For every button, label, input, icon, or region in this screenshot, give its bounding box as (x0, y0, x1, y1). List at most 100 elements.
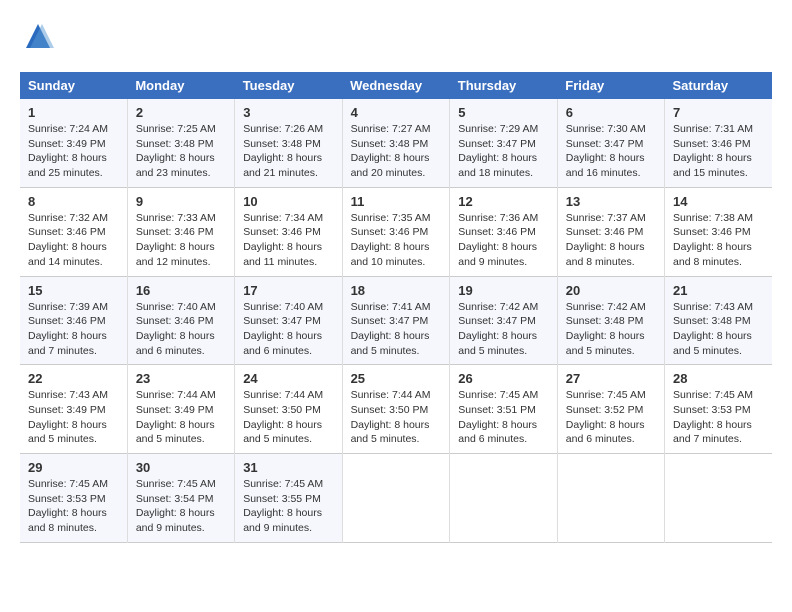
day-info: Sunrise: 7:45 AMSunset: 3:54 PMDaylight:… (136, 478, 216, 534)
day-info: Sunrise: 7:33 AMSunset: 3:46 PMDaylight:… (136, 212, 216, 268)
calendar-week-1: 1 Sunrise: 7:24 AMSunset: 3:49 PMDaylight… (20, 99, 772, 187)
day-number: 1 (28, 105, 119, 120)
calendar-cell: 15 Sunrise: 7:39 AMSunset: 3:46 PMDayligh… (20, 276, 127, 365)
col-header-wednesday: Wednesday (342, 72, 450, 99)
day-info: Sunrise: 7:37 AMSunset: 3:46 PMDaylight:… (566, 212, 646, 268)
day-info: Sunrise: 7:34 AMSunset: 3:46 PMDaylight:… (243, 212, 323, 268)
day-number: 15 (28, 283, 119, 298)
day-number: 2 (136, 105, 226, 120)
day-number: 4 (351, 105, 442, 120)
day-number: 21 (673, 283, 764, 298)
day-info: Sunrise: 7:30 AMSunset: 3:47 PMDaylight:… (566, 123, 646, 179)
calendar-cell: 1 Sunrise: 7:24 AMSunset: 3:49 PMDaylight… (20, 99, 127, 187)
day-info: Sunrise: 7:36 AMSunset: 3:46 PMDaylight:… (458, 212, 538, 268)
calendar-cell: 31 Sunrise: 7:45 AMSunset: 3:55 PMDayligh… (235, 454, 342, 543)
calendar-table: SundayMondayTuesdayWednesdayThursdayFrid… (20, 72, 772, 543)
calendar-cell: 14 Sunrise: 7:38 AMSunset: 3:46 PMDayligh… (665, 187, 772, 276)
calendar-cell: 16 Sunrise: 7:40 AMSunset: 3:46 PMDayligh… (127, 276, 234, 365)
logo-icon (20, 20, 56, 56)
calendar-cell: 8 Sunrise: 7:32 AMSunset: 3:46 PMDaylight… (20, 187, 127, 276)
day-number: 17 (243, 283, 333, 298)
col-header-sunday: Sunday (20, 72, 127, 99)
day-number: 18 (351, 283, 442, 298)
calendar-cell: 21 Sunrise: 7:43 AMSunset: 3:48 PMDayligh… (665, 276, 772, 365)
day-number: 9 (136, 194, 226, 209)
calendar-cell (557, 454, 664, 543)
calendar-cell: 28 Sunrise: 7:45 AMSunset: 3:53 PMDayligh… (665, 365, 772, 454)
col-header-friday: Friday (557, 72, 664, 99)
day-info: Sunrise: 7:39 AMSunset: 3:46 PMDaylight:… (28, 301, 108, 357)
day-number: 23 (136, 371, 226, 386)
calendar-cell: 2 Sunrise: 7:25 AMSunset: 3:48 PMDaylight… (127, 99, 234, 187)
day-info: Sunrise: 7:38 AMSunset: 3:46 PMDaylight:… (673, 212, 753, 268)
calendar-cell: 27 Sunrise: 7:45 AMSunset: 3:52 PMDayligh… (557, 365, 664, 454)
calendar-cell: 12 Sunrise: 7:36 AMSunset: 3:46 PMDayligh… (450, 187, 558, 276)
calendar-cell: 30 Sunrise: 7:45 AMSunset: 3:54 PMDayligh… (127, 454, 234, 543)
day-number: 29 (28, 460, 119, 475)
calendar-cell: 26 Sunrise: 7:45 AMSunset: 3:51 PMDayligh… (450, 365, 558, 454)
day-info: Sunrise: 7:35 AMSunset: 3:46 PMDaylight:… (351, 212, 431, 268)
day-info: Sunrise: 7:45 AMSunset: 3:55 PMDaylight:… (243, 478, 323, 534)
day-number: 22 (28, 371, 119, 386)
day-info: Sunrise: 7:45 AMSunset: 3:53 PMDaylight:… (28, 478, 108, 534)
day-info: Sunrise: 7:45 AMSunset: 3:51 PMDaylight:… (458, 389, 538, 445)
day-info: Sunrise: 7:43 AMSunset: 3:48 PMDaylight:… (673, 301, 753, 357)
day-number: 27 (566, 371, 656, 386)
calendar-cell: 6Sunrise: 7:30 AMSunset: 3:47 PMDaylight… (557, 99, 664, 187)
day-number: 8 (28, 194, 119, 209)
day-info: Sunrise: 7:31 AMSunset: 3:46 PMDaylight:… (673, 123, 753, 179)
day-number: 11 (351, 194, 442, 209)
calendar-cell: 18 Sunrise: 7:41 AMSunset: 3:47 PMDayligh… (342, 276, 450, 365)
day-info: Sunrise: 7:25 AMSunset: 3:48 PMDaylight:… (136, 123, 216, 179)
calendar-cell: 25 Sunrise: 7:44 AMSunset: 3:50 PMDayligh… (342, 365, 450, 454)
calendar-week-4: 22 Sunrise: 7:43 AMSunset: 3:49 PMDayligh… (20, 365, 772, 454)
day-number: 3 (243, 105, 333, 120)
day-number: 31 (243, 460, 333, 475)
col-header-monday: Monday (127, 72, 234, 99)
day-info: Sunrise: 7:41 AMSunset: 3:47 PMDaylight:… (351, 301, 431, 357)
day-number: 5 (458, 105, 549, 120)
logo (20, 20, 60, 56)
day-number: 24 (243, 371, 333, 386)
day-info: Sunrise: 7:27 AMSunset: 3:48 PMDaylight:… (351, 123, 431, 179)
calendar-cell (665, 454, 772, 543)
calendar-cell: 29 Sunrise: 7:45 AMSunset: 3:53 PMDayligh… (20, 454, 127, 543)
calendar-week-2: 8 Sunrise: 7:32 AMSunset: 3:46 PMDaylight… (20, 187, 772, 276)
day-number: 10 (243, 194, 333, 209)
calendar-week-5: 29 Sunrise: 7:45 AMSunset: 3:53 PMDayligh… (20, 454, 772, 543)
page-header (20, 20, 772, 56)
day-number: 20 (566, 283, 656, 298)
calendar-cell: 13 Sunrise: 7:37 AMSunset: 3:46 PMDayligh… (557, 187, 664, 276)
day-info: Sunrise: 7:40 AMSunset: 3:47 PMDaylight:… (243, 301, 323, 357)
calendar-week-3: 15 Sunrise: 7:39 AMSunset: 3:46 PMDayligh… (20, 276, 772, 365)
day-info: Sunrise: 7:44 AMSunset: 3:50 PMDaylight:… (243, 389, 323, 445)
day-number: 28 (673, 371, 764, 386)
day-number: 7 (673, 105, 764, 120)
calendar-cell: 23 Sunrise: 7:44 AMSunset: 3:49 PMDayligh… (127, 365, 234, 454)
day-info: Sunrise: 7:45 AMSunset: 3:53 PMDaylight:… (673, 389, 753, 445)
day-number: 26 (458, 371, 549, 386)
day-info: Sunrise: 7:44 AMSunset: 3:49 PMDaylight:… (136, 389, 216, 445)
calendar-cell: 22 Sunrise: 7:43 AMSunset: 3:49 PMDayligh… (20, 365, 127, 454)
day-number: 30 (136, 460, 226, 475)
calendar-cell (342, 454, 450, 543)
day-info: Sunrise: 7:29 AMSunset: 3:47 PMDaylight:… (458, 123, 538, 179)
day-number: 25 (351, 371, 442, 386)
day-number: 12 (458, 194, 549, 209)
day-number: 14 (673, 194, 764, 209)
day-info: Sunrise: 7:24 AMSunset: 3:49 PMDaylight:… (28, 123, 108, 179)
day-number: 13 (566, 194, 656, 209)
day-info: Sunrise: 7:45 AMSunset: 3:52 PMDaylight:… (566, 389, 646, 445)
calendar-cell: 19Sunrise: 7:42 AMSunset: 3:47 PMDayligh… (450, 276, 558, 365)
calendar-cell (450, 454, 558, 543)
day-info: Sunrise: 7:26 AMSunset: 3:48 PMDaylight:… (243, 123, 323, 179)
day-info: Sunrise: 7:43 AMSunset: 3:49 PMDaylight:… (28, 389, 108, 445)
day-number: 16 (136, 283, 226, 298)
day-info: Sunrise: 7:44 AMSunset: 3:50 PMDaylight:… (351, 389, 431, 445)
calendar-cell: 10 Sunrise: 7:34 AMSunset: 3:46 PMDayligh… (235, 187, 342, 276)
calendar-cell: 20Sunrise: 7:42 AMSunset: 3:48 PMDayligh… (557, 276, 664, 365)
calendar-cell: 9 Sunrise: 7:33 AMSunset: 3:46 PMDaylight… (127, 187, 234, 276)
calendar-cell: 11 Sunrise: 7:35 AMSunset: 3:46 PMDayligh… (342, 187, 450, 276)
day-info: Sunrise: 7:40 AMSunset: 3:46 PMDaylight:… (136, 301, 216, 357)
day-info: Sunrise: 7:32 AMSunset: 3:46 PMDaylight:… (28, 212, 108, 268)
